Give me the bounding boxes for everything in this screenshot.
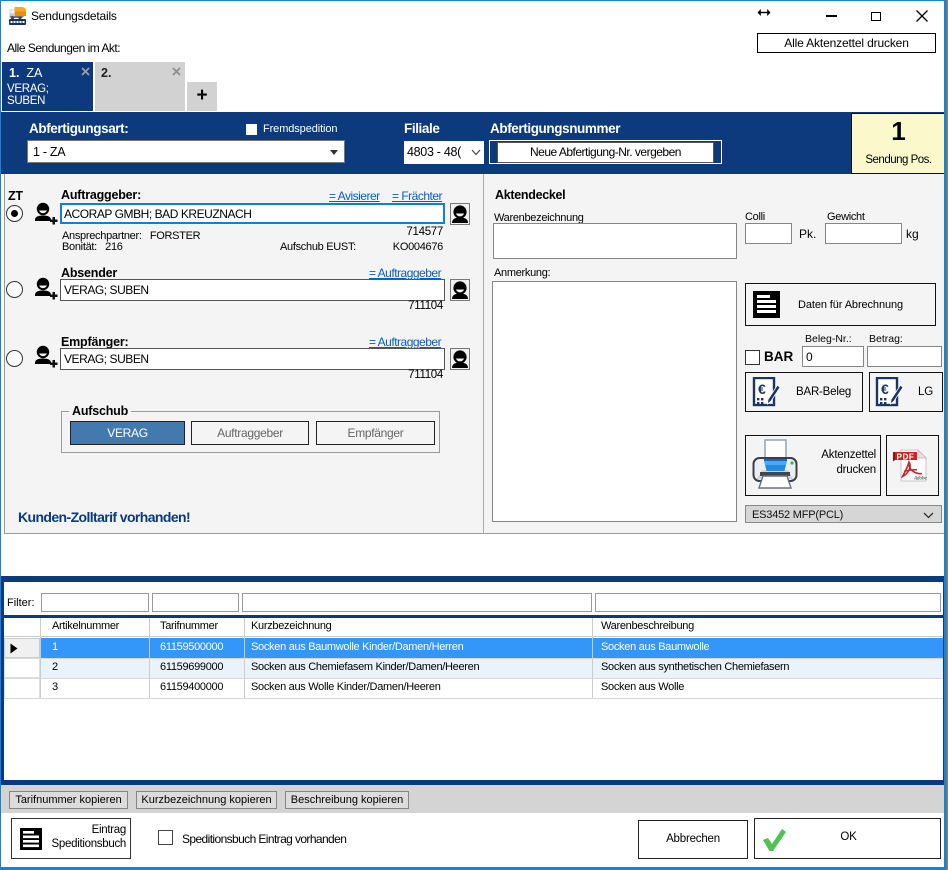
svg-text:€: € <box>881 381 889 397</box>
svg-text:PDF: PDF <box>897 452 915 461</box>
svg-text:€: € <box>758 381 766 397</box>
svg-text:Adobe: Adobe <box>913 477 928 482</box>
